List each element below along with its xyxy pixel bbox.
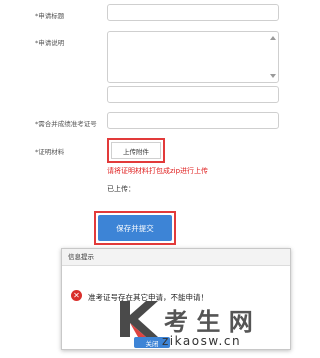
exam-number-input[interactable] [107, 112, 279, 129]
zip-hint-text: 请将证明材料打包成zip进行上传 [107, 167, 209, 175]
save-submit-button[interactable]: 保存并提交 [98, 215, 172, 241]
description-extra-field[interactable] [107, 86, 279, 103]
description-label: *申请说明 [35, 39, 65, 47]
upload-attachment-button[interactable]: 上传附件 [111, 142, 161, 159]
watermark-text: 考 生 网 [164, 307, 253, 336]
scroll-down-icon[interactable] [270, 74, 276, 78]
error-icon: ✕ [71, 290, 82, 301]
scroll-up-icon[interactable] [270, 36, 276, 40]
description-textarea[interactable] [107, 31, 279, 83]
exam-number-label: *需合并成绩准考证号 [35, 120, 97, 128]
material-label: *证明材料 [35, 148, 65, 156]
uploaded-label: 已上传： [107, 185, 135, 193]
upload-highlight: 上传附件 [107, 138, 165, 163]
watermark-url: zikaosw.cn [162, 334, 242, 348]
title-label: *申请标题 [35, 12, 65, 20]
submit-highlight: 保存并提交 [94, 211, 176, 245]
title-input[interactable] [107, 4, 279, 21]
dialog-title: 信息提示 [62, 249, 290, 266]
watermark-logo [116, 299, 160, 339]
